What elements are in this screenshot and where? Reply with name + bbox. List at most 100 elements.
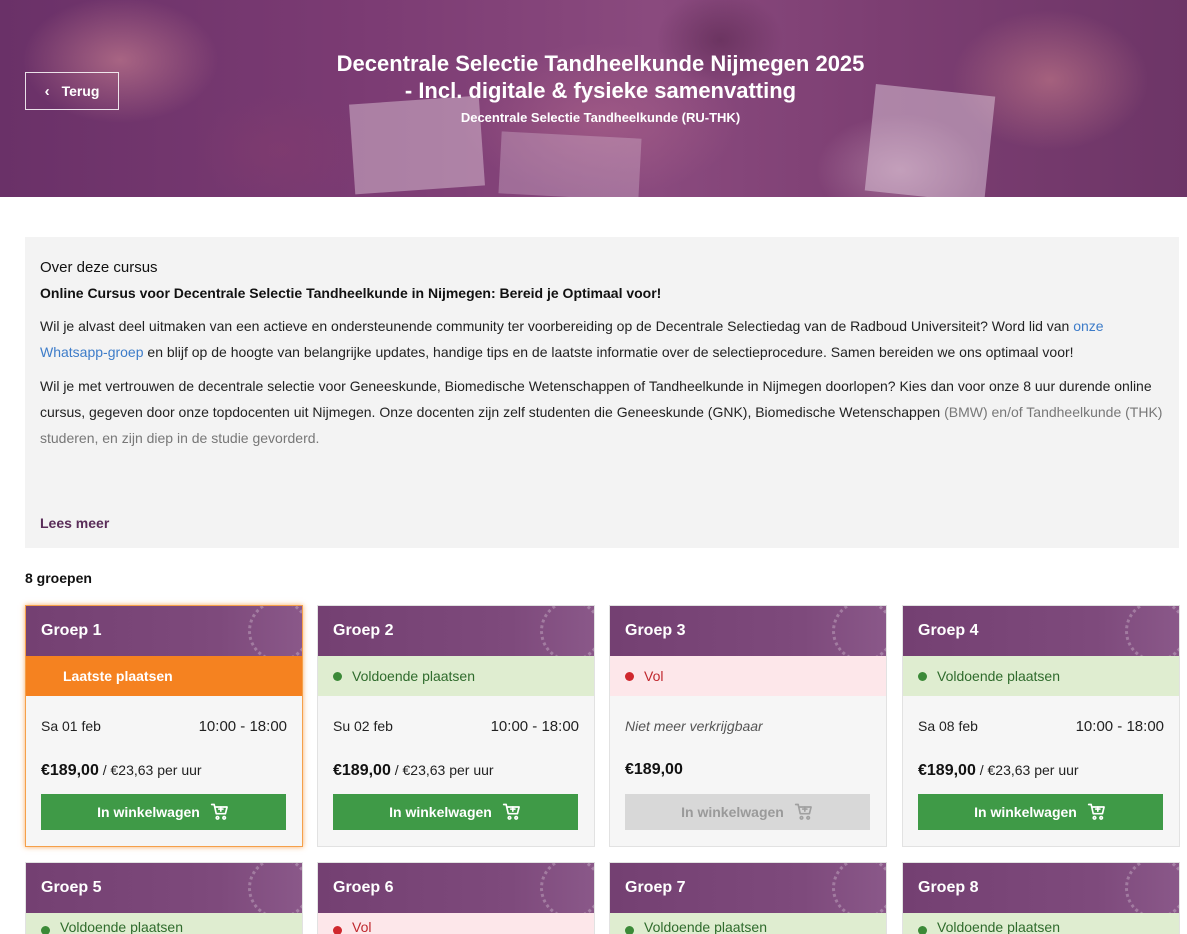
group-title: Groep 2 [333, 622, 394, 639]
page-subtitle: Decentrale Selectie Tandheelkunde (RU-TH… [460, 110, 741, 125]
group-date: Sa 01 feb [41, 718, 101, 734]
cart-plus-icon [794, 803, 812, 820]
group-time: 10:00 - 18:00 [198, 718, 287, 735]
status-dot-icon [333, 926, 342, 934]
group-card: Groep 5 Voldoende plaatsen [25, 862, 303, 934]
laurel-icon [1125, 863, 1179, 913]
group-card: Groep 7 Voldoende plaatsen [609, 862, 887, 934]
hero-banner: ‹ Terug Decentrale Selectie Tandheelkund… [0, 0, 1187, 197]
status-badge: Voldoende plaatsen [26, 913, 302, 934]
group-card-header: Groep 3 [610, 606, 886, 656]
status-badge: Vol [610, 656, 886, 696]
price-value: €189,00 [918, 762, 976, 779]
add-to-cart-label: In winkelwagen [389, 804, 492, 820]
page-title: Decentrale Selectie Tandheelkunde Nijmeg… [300, 50, 901, 104]
group-date: Sa 08 feb [918, 718, 978, 734]
chevron-left-icon: ‹ [44, 82, 50, 100]
add-to-cart-button: In winkelwagen [625, 794, 870, 830]
group-card: Groep 1 Laatste plaatsen Sa 01 feb 10:00… [25, 605, 303, 847]
price-per-hour: / €23,63 per uur [975, 762, 1079, 778]
back-button-label: Terug [61, 83, 100, 99]
status-label: Laatste plaatsen [63, 668, 173, 684]
group-title: Groep 1 [41, 622, 102, 639]
about-paragraph-1: Wil je alvast deel uitmaken van een acti… [40, 313, 1164, 365]
laurel-icon [248, 606, 302, 656]
price-per-hour: / €23,63 per uur [390, 762, 494, 778]
group-card-header: Groep 1 [26, 606, 302, 656]
status-label: Voldoende plaatsen [644, 919, 767, 934]
laurel-icon [832, 606, 886, 656]
about-paragraph-2: Wil je met vertrouwen de decentrale sele… [40, 373, 1164, 451]
status-badge: Voldoende plaatsen [903, 913, 1179, 934]
group-count: 8 groepen [25, 570, 92, 586]
add-to-cart-button[interactable]: In winkelwagen [918, 794, 1163, 830]
status-label: Vol [352, 919, 372, 934]
group-price: €189,00 / €23,63 per uur [318, 762, 594, 780]
group-title: Groep 5 [41, 879, 102, 896]
group-title: Groep 3 [625, 622, 686, 639]
group-title: Groep 4 [918, 622, 979, 639]
group-price: €189,00 / €23,63 per uur [26, 762, 302, 780]
status-badge: Voldoende plaatsen [610, 913, 886, 934]
group-card: Groep 3 Vol Niet meer verkrijgbaar €189,… [609, 605, 887, 847]
group-card: Groep 2 Voldoende plaatsen Su 02 feb 10:… [317, 605, 595, 847]
status-label: Voldoende plaatsen [352, 668, 475, 684]
status-badge: Voldoende plaatsen [318, 656, 594, 696]
cart-plus-icon [1087, 803, 1105, 820]
price-value: €189,00 [333, 762, 391, 779]
add-to-cart-button[interactable]: In winkelwagen [41, 794, 286, 830]
page-title-line-1: Decentrale Selectie Tandheelkunde Nijmeg… [336, 51, 865, 76]
laurel-icon [540, 863, 594, 913]
group-card-header: Groep 7 [610, 863, 886, 913]
group-schedule: Sa 01 feb 10:00 - 18:00 [26, 718, 302, 735]
status-badge: Voldoende plaatsen [903, 656, 1179, 696]
group-title: Groep 7 [625, 879, 686, 896]
group-card-header: Groep 8 [903, 863, 1179, 913]
about-subheading: Online Cursus voor Decentrale Selectie T… [40, 285, 662, 301]
status-label: Vol [644, 668, 664, 684]
laurel-icon [540, 606, 594, 656]
group-card-header: Groep 2 [318, 606, 594, 656]
about-text: en blijf op de hoogte van belangrijke up… [143, 344, 1074, 360]
group-card: Groep 4 Voldoende plaatsen Sa 08 feb 10:… [902, 605, 1180, 847]
add-to-cart-label: In winkelwagen [97, 804, 200, 820]
price-value: €189,00 [41, 762, 99, 779]
group-card-header: Groep 5 [26, 863, 302, 913]
group-card: Groep 6 Vol [317, 862, 595, 934]
price-per-hour: / €23,63 per uur [98, 762, 202, 778]
add-to-cart-label: In winkelwagen [681, 804, 784, 820]
group-schedule: Sa 08 feb 10:00 - 18:00 [903, 718, 1179, 735]
back-button[interactable]: ‹ Terug [25, 72, 119, 110]
about-text: Wil je alvast deel uitmaken van een acti… [40, 318, 1074, 334]
laurel-icon [1125, 606, 1179, 656]
status-dot-icon [918, 926, 927, 934]
course-description: Over deze cursus Online Cursus voor Dece… [25, 237, 1179, 548]
group-time: 10:00 - 18:00 [1075, 718, 1164, 735]
hero-photo-detail [498, 131, 642, 197]
add-to-cart-label: In winkelwagen [974, 804, 1077, 820]
price-value: €189,00 [625, 761, 683, 778]
status-label: Voldoende plaatsen [937, 668, 1060, 684]
group-price: €189,00 / €23,63 per uur [903, 762, 1179, 780]
status-label: Voldoende plaatsen [60, 919, 183, 934]
status-dot-icon [333, 671, 342, 681]
group-card-header: Groep 6 [318, 863, 594, 913]
about-heading: Over deze cursus [40, 259, 158, 276]
status-dot-icon [41, 926, 50, 934]
laurel-icon [248, 863, 302, 913]
group-card-header: Groep 4 [903, 606, 1179, 656]
status-badge: Vol [318, 913, 594, 934]
group-schedule: Su 02 feb 10:00 - 18:00 [318, 718, 594, 735]
group-title: Groep 6 [333, 879, 394, 896]
add-to-cart-button[interactable]: In winkelwagen [333, 794, 578, 830]
status-dot-icon [918, 671, 927, 681]
read-more-link[interactable]: Lees meer [40, 515, 109, 531]
status-badge: Laatste plaatsen [26, 656, 302, 696]
status-dot-icon [625, 926, 634, 934]
group-time: 10:00 - 18:00 [490, 718, 579, 735]
group-date: Su 02 feb [333, 718, 393, 734]
laurel-icon [832, 863, 886, 913]
page-title-line-2: - Incl. digitale & fysieke samenvatting [404, 78, 797, 103]
group-card: Groep 8 Voldoende plaatsen [902, 862, 1180, 934]
cart-plus-icon [210, 803, 228, 820]
